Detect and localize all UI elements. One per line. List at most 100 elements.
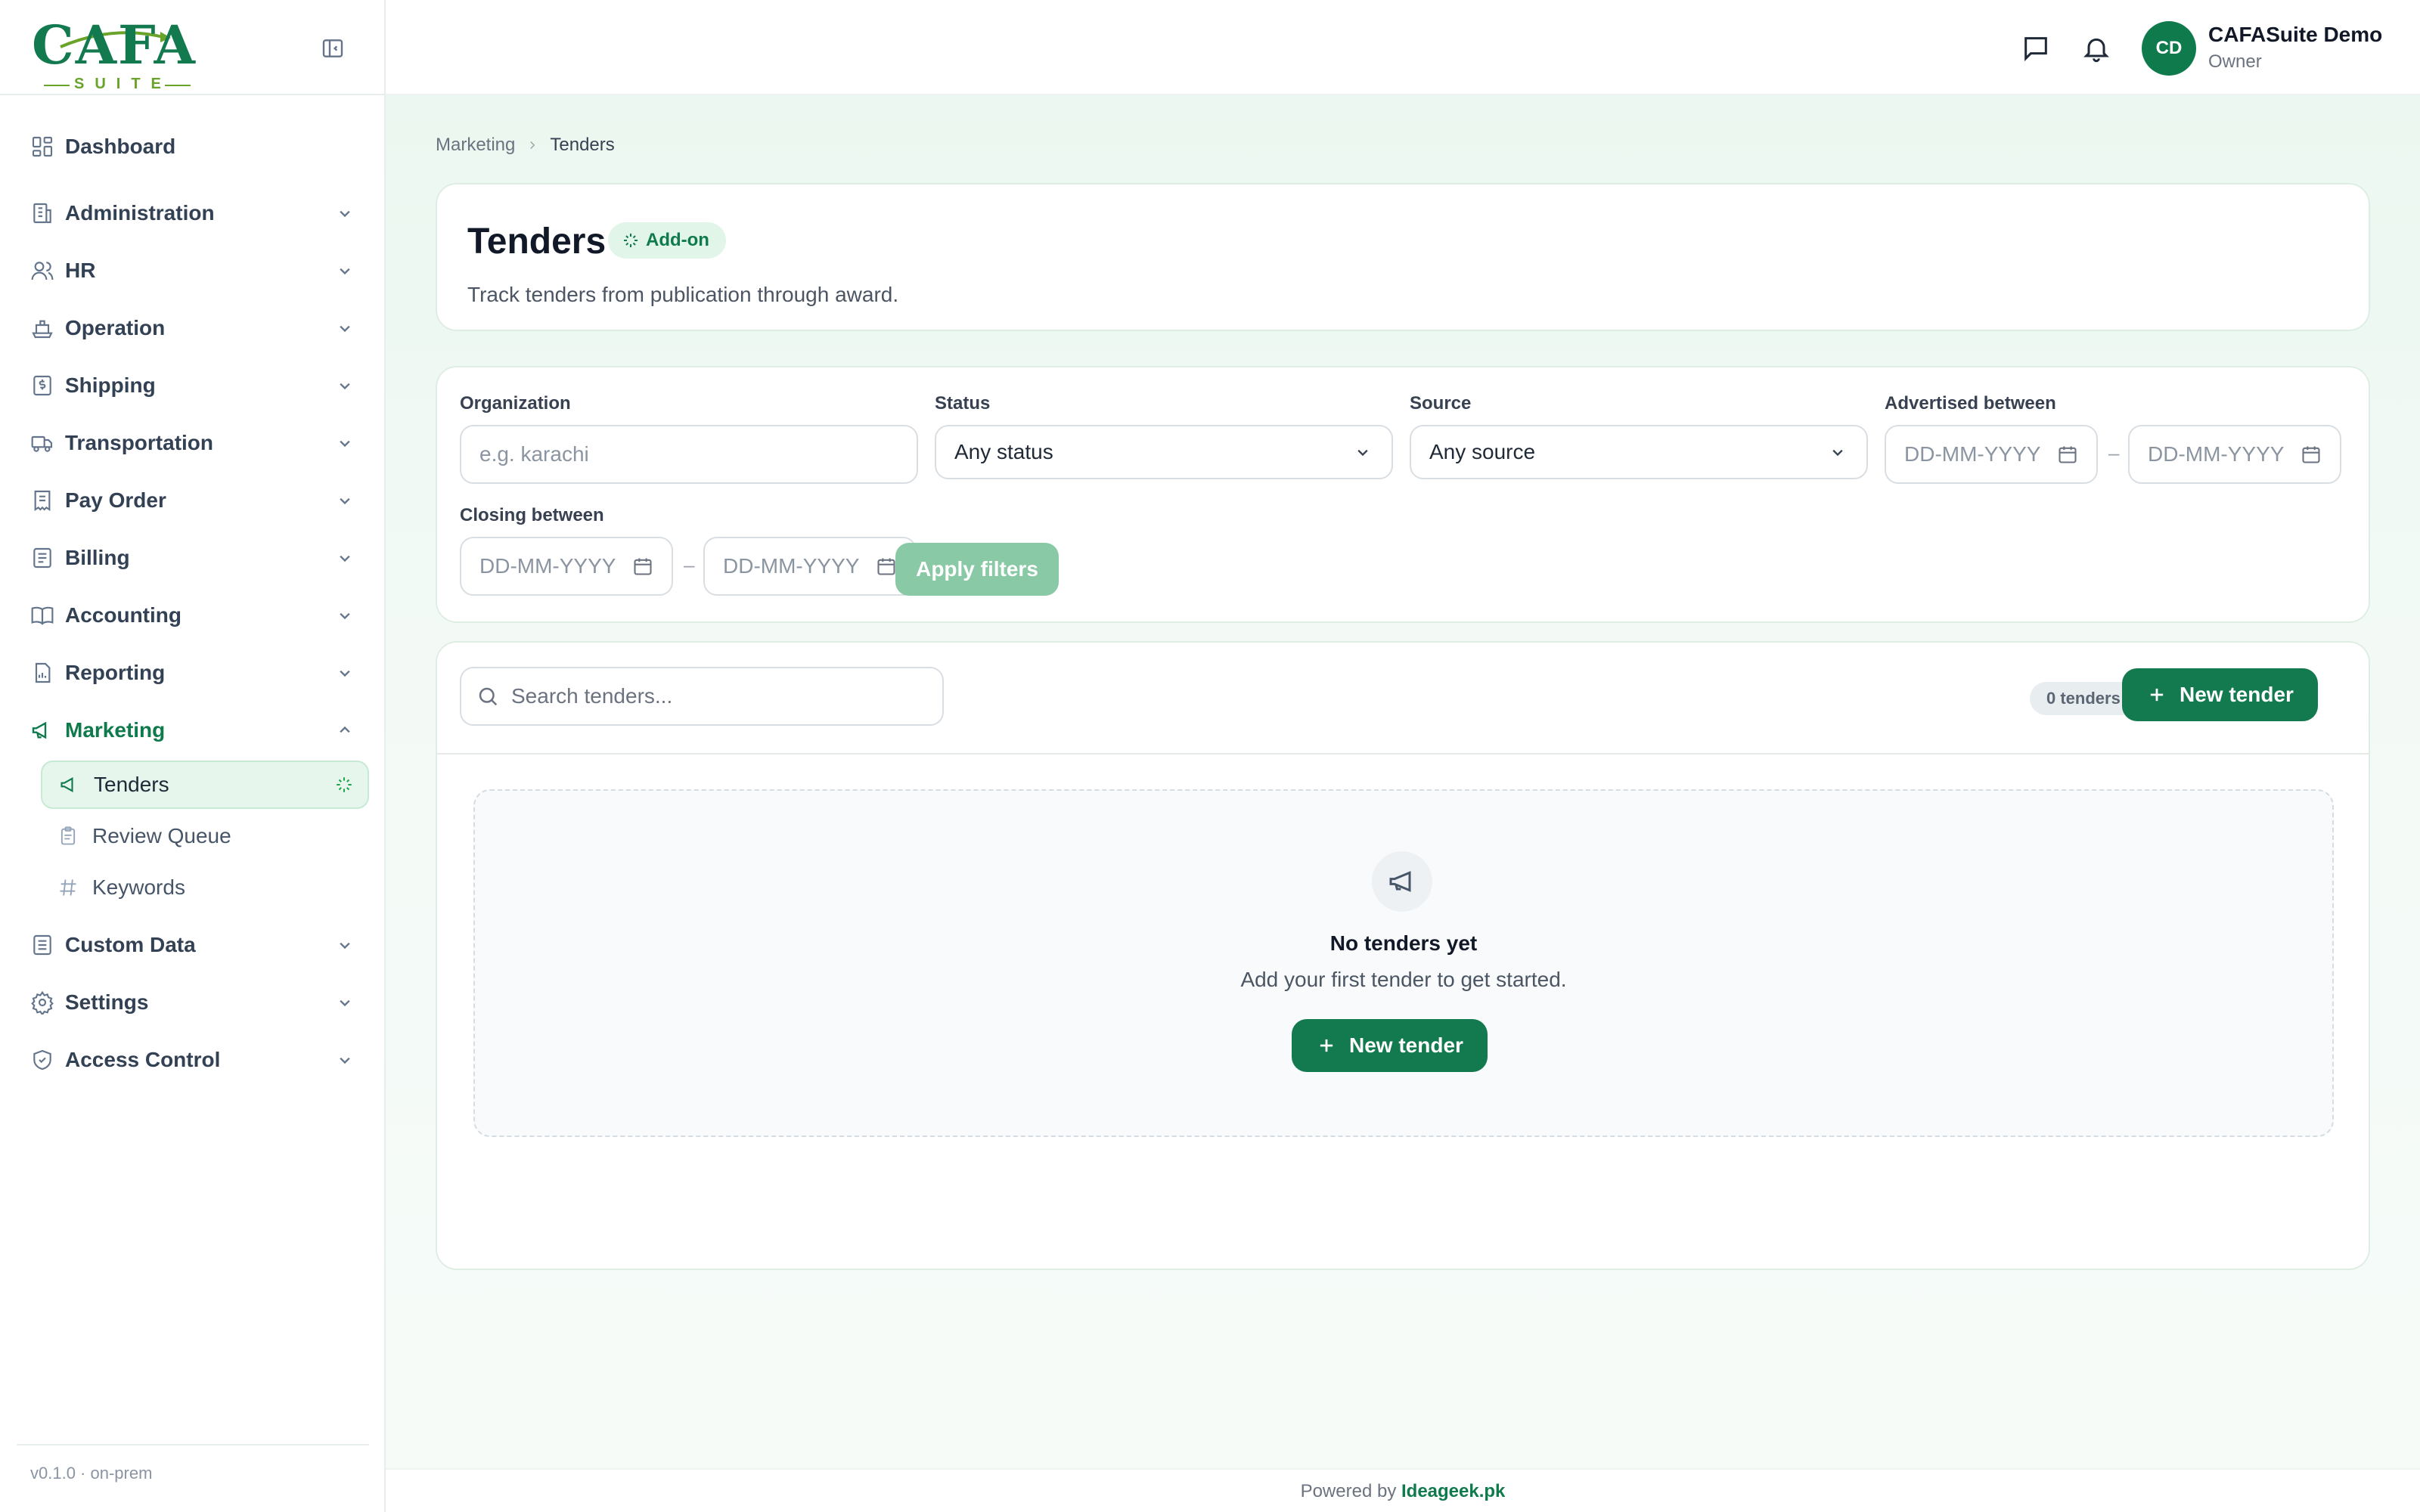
sidebar-item-hr[interactable]: HR [30, 249, 355, 292]
status-select[interactable]: Any status [935, 425, 1393, 479]
search-input[interactable]: Search tenders... [460, 667, 944, 726]
megaphone-icon [32, 721, 47, 739]
cafa-suite-logo[interactable]: CAFA SUITE [30, 14, 197, 93]
report-icon [35, 662, 51, 683]
sidebar-item-label: Custom Data [65, 933, 196, 956]
source-select[interactable]: Any source [1410, 425, 1868, 479]
new-tender-button[interactable]: New tender [2122, 668, 2318, 721]
user-name[interactable]: CAFASuite Demo [2208, 23, 2382, 47]
sidebar-item-operation[interactable]: Operation [30, 307, 355, 349]
plus-icon [1320, 1039, 1333, 1052]
sidebar-collapse-icon[interactable] [321, 36, 345, 60]
advertised-from-input[interactable]: DD-MM-YYYY [1885, 425, 2098, 484]
divider [437, 753, 2369, 754]
chevron-down-icon [340, 383, 350, 390]
sidebar-item-label: HR [65, 259, 96, 282]
empty-new-tender-label: New tender [1349, 1033, 1463, 1057]
hash-icon [60, 879, 76, 896]
sidebar-item-label: Shipping [65, 373, 156, 397]
addon-badge-label: Add-on [646, 230, 709, 250]
calendar-icon[interactable] [2057, 444, 2078, 465]
sidebar-item-shipping[interactable]: Shipping [30, 364, 355, 407]
sidebar-item-label: Reporting [65, 661, 166, 684]
calendar-icon[interactable] [2301, 444, 2322, 465]
closing-label: Closing between [460, 505, 604, 525]
sidebar-item-billing[interactable]: Billing [30, 537, 355, 579]
shield-icon [33, 1049, 51, 1070]
sidebar-item-marketing[interactable]: Marketing [30, 709, 355, 751]
version-label: v0.1.0 · on-prem [17, 1444, 369, 1483]
footer-link[interactable]: Ideageek.pk [1401, 1481, 1505, 1501]
apply-filters-button[interactable]: Apply filters [895, 543, 1059, 596]
sidebar-item-label: Marketing [65, 718, 166, 742]
logo-text: CAFA [32, 14, 197, 76]
sidebar-subitem-review-queue[interactable]: Review Queue [41, 812, 369, 860]
date-range-separator: – [684, 553, 695, 576]
sidebar-subitem-tenders[interactable]: Tenders [41, 761, 369, 809]
sidebar-item-settings[interactable]: Settings [30, 981, 355, 1024]
closing-to-input[interactable]: DD-MM-YYYY [703, 537, 917, 596]
dashboard-icon [32, 136, 53, 157]
calendar-icon[interactable] [876, 556, 897, 577]
sidebar-subitem-keywords[interactable]: Keywords [41, 863, 369, 912]
main-content: Marketing Tenders Tenders Add-on Track t… [386, 95, 2420, 1468]
advertised-to-input[interactable]: DD-MM-YYYY [2128, 425, 2341, 484]
gear-icon [31, 990, 54, 1015]
book-icon [31, 606, 54, 625]
status-label: Status [935, 393, 991, 414]
sidebar-item-label: Accounting [65, 603, 182, 627]
chevron-up-icon [340, 726, 350, 733]
users-icon [31, 262, 54, 280]
sidebar-item-label: Access Control [65, 1048, 221, 1071]
breadcrumb-current: Tenders [550, 135, 615, 155]
organization-input[interactable]: e.g. karachi [460, 425, 918, 484]
date-range-separator: – [2108, 442, 2120, 464]
avatar[interactable]: CD [2142, 21, 2196, 76]
chevron-down-icon [340, 210, 350, 218]
sidebar-item-accounting[interactable]: Accounting [30, 594, 355, 637]
sidebar-item-reporting[interactable]: Reporting [30, 652, 355, 694]
new-tender-label: New tender [2180, 683, 2294, 706]
sparkle-icon [624, 234, 638, 247]
breadcrumb-parent[interactable]: Marketing [436, 135, 515, 156]
sidebar-item-access-control[interactable]: Access Control [30, 1039, 355, 1081]
sidebar-item-label: Operation [65, 316, 166, 339]
chevron-down-icon [340, 325, 350, 333]
chevron-down-icon [340, 1057, 350, 1064]
bell-icon[interactable] [2081, 33, 2111, 64]
page-footer: Powered by Ideageek.pk [386, 1468, 2420, 1512]
topbar: CD CAFASuite Demo Owner [386, 0, 2420, 95]
chevron-down-icon [340, 497, 350, 505]
invoice-icon [33, 547, 51, 569]
megaphone-icon [60, 777, 73, 792]
chevron-down-icon [340, 268, 350, 275]
footer-prefix: Powered by [1300, 1481, 1397, 1501]
sidebar-item-label: Transportation [65, 431, 214, 454]
advertised-label: Advertised between [1885, 393, 2056, 414]
chevron-down-icon [340, 670, 350, 677]
sidebar-item-transportation[interactable]: Transportation [30, 422, 355, 464]
chevron-down-icon [340, 612, 350, 620]
organization-label: Organization [460, 393, 571, 414]
closing-from-input[interactable]: DD-MM-YYYY [460, 537, 673, 596]
sidebar-item-label: Dashboard [65, 135, 176, 158]
building-icon [33, 203, 51, 224]
sidebar-item-pay-order[interactable]: Pay Order [30, 479, 355, 522]
sidebar-item-custom-data[interactable]: Custom Data [30, 924, 355, 966]
plus-icon [2150, 688, 2164, 702]
page-header-card: Tenders Add-on Track tenders from public… [436, 183, 2370, 331]
sidebar-item-dashboard[interactable]: Dashboard [30, 125, 355, 168]
clipboard-icon [60, 826, 76, 845]
page-title: Tenders [467, 222, 607, 262]
sidebar-item-administration[interactable]: Administration [30, 192, 355, 234]
sparkle-icon [337, 777, 352, 792]
page-subtitle: Track tenders from publication through a… [467, 283, 899, 306]
breadcrumb: Marketing Tenders [436, 135, 615, 156]
messages-icon[interactable] [2021, 33, 2051, 64]
calendar-icon[interactable] [632, 556, 653, 577]
advertised-to-placeholder: DD-MM-YYYY [2148, 442, 2285, 466]
truck-icon [31, 435, 53, 452]
empty-new-tender-button[interactable]: New tender [1292, 1019, 1488, 1072]
sidebar-item-label: Pay Order [65, 488, 166, 512]
tender-count-badge: 0 tenders [2030, 682, 2137, 715]
